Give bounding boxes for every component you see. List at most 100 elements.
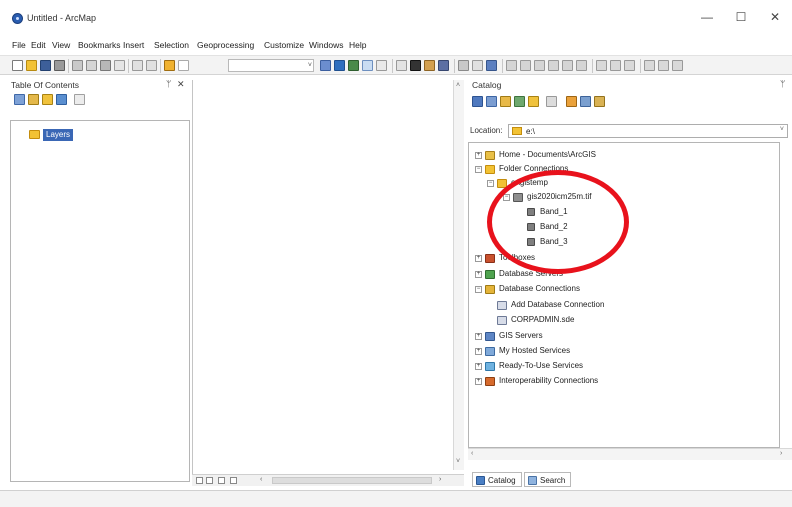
status-bar [0,490,792,507]
scroll-left-icon[interactable]: ‹ [260,476,262,483]
toc-pin-icon[interactable]: ᛘ [166,79,171,89]
tool-icon-2[interactable] [438,60,449,71]
open-folder-icon[interactable] [26,60,37,71]
tool-icon-17[interactable] [672,60,683,71]
refresh-view-icon[interactable] [218,477,225,484]
catalog-options-icon[interactable] [594,96,605,107]
list-by-selection-icon[interactable] [56,94,67,105]
tool-icon-1[interactable] [424,60,435,71]
collapse-icon[interactable]: − [487,180,494,187]
scroll-left-icon[interactable]: ‹ [471,450,473,457]
python-window-icon[interactable] [396,60,407,71]
tool-icon-13[interactable] [610,60,621,71]
save-icon[interactable] [40,60,51,71]
chevron-down-icon[interactable]: ˅ [780,126,784,133]
view-options-icon[interactable] [546,96,557,107]
pause-drawing-icon[interactable] [230,477,237,484]
table-of-contents-window-icon[interactable] [334,60,345,71]
expand-icon[interactable]: + [475,255,482,262]
map-scale-combo[interactable]: ˅ [228,59,314,72]
menu-insert[interactable]: Insert [123,40,144,50]
delete-icon[interactable] [114,60,125,71]
search-window-icon[interactable] [362,60,373,71]
tab-search[interactable]: Search [524,472,571,487]
tool-icon-16[interactable] [658,60,669,71]
toc-close-icon[interactable]: ✕ [177,79,185,90]
menu-geoprocessing[interactable]: Geoprocessing [197,40,254,50]
minimize-button[interactable]: — [694,8,720,26]
add-data-icon[interactable] [164,60,175,71]
catalog-header: Catalog ᛘ [466,79,792,92]
collapse-icon[interactable]: − [475,166,482,173]
scroll-right-icon[interactable]: › [439,476,441,483]
tool-icon-11[interactable] [576,60,587,71]
forward-arrow-icon[interactable] [486,96,497,107]
back-arrow-icon[interactable] [472,96,483,107]
copy-icon[interactable] [86,60,97,71]
tool-icon-15[interactable] [644,60,655,71]
toc-options-icon[interactable] [74,94,85,105]
expand-icon[interactable]: + [475,378,482,385]
list-by-source-icon[interactable] [28,94,39,105]
tool-icon-7[interactable] [520,60,531,71]
menu-customize[interactable]: Customize [264,40,304,50]
tab-catalog[interactable]: Catalog [472,472,522,487]
map-horizontal-scrollbar[interactable] [272,477,432,484]
add-connection-icon [497,301,507,310]
data-view-icon[interactable] [196,477,203,484]
map-display[interactable] [192,80,453,478]
scroll-down-icon[interactable]: ˅ [456,458,460,465]
expand-icon[interactable]: + [475,271,482,278]
connect-to-folder-icon[interactable] [514,96,525,107]
print-icon[interactable] [54,60,65,71]
tool-icon-5[interactable] [486,60,497,71]
menu-help[interactable]: Help [349,40,366,50]
menu-view[interactable]: View [52,40,70,50]
scroll-up-icon[interactable]: ˄ [456,82,460,89]
add-data-dropdown-icon[interactable] [178,60,189,71]
disconnect-folder-icon[interactable] [528,96,539,107]
undo-icon[interactable] [132,60,143,71]
menu-windows[interactable]: Windows [309,40,343,50]
map-vertical-scrollbar[interactable]: ˄ ˅ [453,80,464,470]
up-one-level-icon[interactable] [500,96,511,107]
expand-icon[interactable]: + [475,363,482,370]
location-bar: Location: e:\ ˅ [466,124,792,138]
menu-bookmarks[interactable]: Bookmarks [78,40,121,50]
expand-icon[interactable]: + [475,348,482,355]
tool-icon-12[interactable] [596,60,607,71]
tool-icon-14[interactable] [624,60,635,71]
collapse-icon[interactable]: − [475,286,482,293]
menu-edit[interactable]: Edit [31,40,46,50]
catalog-window-icon[interactable] [348,60,359,71]
scroll-right-icon[interactable]: › [780,450,782,457]
tool-icon-10[interactable] [562,60,573,71]
arctoolbox-window-icon[interactable] [376,60,387,71]
cut-icon[interactable] [72,60,83,71]
close-button[interactable]: ✕ [762,8,788,26]
expand-icon[interactable]: + [475,152,482,159]
expand-icon[interactable]: + [475,333,482,340]
tool-icon-3[interactable] [458,60,469,71]
tool-icon-6[interactable] [506,60,517,71]
location-input[interactable]: e:\ ˅ [508,124,788,138]
new-document-icon[interactable] [12,60,23,71]
editor-toolbar-icon[interactable] [320,60,331,71]
catalog-search-icon[interactable] [580,96,591,107]
tool-icon-8[interactable] [534,60,545,71]
tool-icon-9[interactable] [548,60,559,71]
redo-icon[interactable] [146,60,157,71]
maximize-button[interactable]: ☐ [728,8,754,26]
toggle-contents-icon[interactable] [566,96,577,107]
paste-icon[interactable] [100,60,111,71]
catalog-pin-icon[interactable]: ᛘ [780,79,785,89]
tool-icon-4[interactable] [472,60,483,71]
list-by-drawing-order-icon[interactable] [14,94,25,105]
model-builder-icon[interactable] [410,60,421,71]
menu-file[interactable]: File [12,40,26,50]
layout-view-icon[interactable] [206,477,213,484]
catalog-horizontal-scrollbar[interactable]: ‹ › [468,448,792,460]
red-highlight-circle [487,170,629,274]
menu-selection[interactable]: Selection [154,40,189,50]
list-by-visibility-icon[interactable] [42,94,53,105]
